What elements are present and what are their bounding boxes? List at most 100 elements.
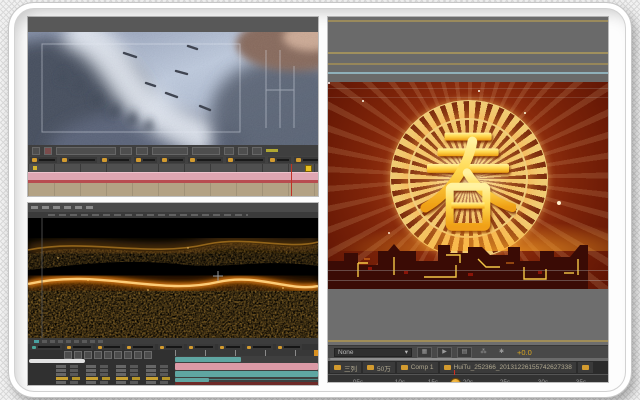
comp-mini-icon[interactable] bbox=[50, 340, 55, 343]
folder-icon bbox=[189, 346, 193, 349]
shape-tool-icon[interactable] bbox=[144, 351, 152, 359]
horizontal-scrollbar[interactable] bbox=[29, 359, 85, 363]
time-ruler[interactable] bbox=[28, 164, 318, 172]
tool-button[interactable] bbox=[120, 147, 132, 155]
comp-tab[interactable] bbox=[30, 157, 57, 163]
comp-tab-row: 三列 50万 Comp 1 HuiTu_252366_2013122615574… bbox=[328, 361, 608, 374]
folder-icon bbox=[444, 365, 451, 370]
tool-button[interactable] bbox=[238, 147, 248, 155]
layer-row[interactable] bbox=[56, 369, 174, 372]
folder-icon bbox=[136, 158, 141, 162]
zoom-tool-icon[interactable] bbox=[84, 351, 92, 359]
comp-tab-label: Comp 1 bbox=[411, 364, 434, 371]
duration-bar-pink[interactable] bbox=[175, 363, 318, 370]
view-options-dropdown[interactable] bbox=[152, 147, 188, 155]
timeline-track-area[interactable] bbox=[28, 183, 318, 196]
stamp-tool-icon[interactable] bbox=[124, 351, 132, 359]
work-area-end-marker[interactable] bbox=[314, 350, 318, 356]
horizontal-scrollbar[interactable] bbox=[330, 358, 530, 360]
duration-bar-maroon[interactable] bbox=[175, 382, 318, 385]
comp-tab-partial[interactable] bbox=[578, 362, 593, 373]
folder-icon bbox=[278, 346, 282, 349]
brainstorm-icon[interactable]: ⁂ bbox=[477, 348, 490, 357]
comp-mini-icon[interactable] bbox=[34, 340, 39, 343]
layer-row[interactable] bbox=[56, 373, 174, 376]
text-tool-icon[interactable] bbox=[104, 351, 112, 359]
comp-mini-icon[interactable] bbox=[42, 340, 47, 343]
comp-tab[interactable] bbox=[60, 157, 97, 163]
folder-icon bbox=[220, 346, 224, 349]
tool-button[interactable] bbox=[32, 147, 40, 155]
motion-blur-icon[interactable]: ▶ bbox=[437, 347, 452, 358]
tool-button[interactable] bbox=[44, 147, 52, 155]
comp-mini-icon[interactable] bbox=[66, 340, 71, 343]
tool-button[interactable] bbox=[224, 147, 234, 155]
layer-row-selected[interactable] bbox=[56, 377, 174, 380]
folder-icon bbox=[334, 365, 341, 370]
pen-tool-icon[interactable] bbox=[134, 351, 142, 359]
comp-tab[interactable] bbox=[294, 157, 318, 163]
ruler-tick-label: 35s bbox=[576, 379, 586, 382]
keyframe-marker[interactable] bbox=[33, 166, 37, 170]
ruler-tick-label: 05s bbox=[353, 379, 363, 382]
folder-icon bbox=[247, 346, 251, 349]
comp-tab[interactable]: 50万 bbox=[363, 362, 395, 373]
time-ruler[interactable] bbox=[175, 350, 318, 356]
particle-artwork bbox=[28, 218, 318, 338]
comp-mini-icon[interactable] bbox=[90, 340, 95, 343]
mode-dropdown-value: None bbox=[338, 349, 354, 356]
frame-blend-icon[interactable]: ▦ bbox=[417, 347, 432, 358]
comp-tab[interactable]: 三列 bbox=[330, 362, 361, 373]
track-line bbox=[328, 52, 608, 54]
tool-button[interactable] bbox=[192, 147, 220, 155]
comp-mini-icon[interactable] bbox=[74, 340, 79, 343]
comp-mini-icon[interactable] bbox=[82, 340, 87, 343]
playhead-icon[interactable] bbox=[450, 378, 461, 382]
comp-mini-icon[interactable] bbox=[58, 340, 63, 343]
comp-tab-label: 50万 bbox=[377, 363, 391, 373]
shy-layers-icon[interactable]: ✱ bbox=[495, 348, 508, 357]
time-ruler[interactable]: 05s 10s 15s 20s 25s 30s 35s bbox=[328, 374, 608, 382]
panel-header bbox=[28, 17, 318, 33]
building-silhouette bbox=[328, 237, 608, 289]
sparkle-dots bbox=[328, 82, 330, 84]
comp-mini-icon[interactable] bbox=[98, 340, 103, 343]
empty-panel-area bbox=[328, 289, 608, 345]
window-title-text bbox=[31, 206, 93, 209]
comp-tab[interactable] bbox=[226, 157, 265, 163]
comp-tab[interactable] bbox=[134, 157, 157, 163]
offset-value: +0.0 bbox=[517, 348, 532, 357]
brush-tool-icon[interactable] bbox=[114, 351, 122, 359]
dune-comp-viewer bbox=[28, 32, 318, 145]
layer-row[interactable] bbox=[56, 365, 174, 368]
duration-bar-teal[interactable] bbox=[175, 357, 241, 362]
comp-tab[interactable] bbox=[100, 157, 131, 163]
folder-icon bbox=[228, 158, 233, 162]
graph-editor-icon[interactable]: ▤ bbox=[457, 347, 472, 358]
magnification-dropdown[interactable] bbox=[56, 147, 116, 155]
hand-tool-icon[interactable] bbox=[74, 351, 82, 359]
playhead[interactable] bbox=[291, 164, 292, 196]
duration-bar-thin[interactable] bbox=[209, 379, 318, 380]
duration-bar-teal[interactable] bbox=[175, 371, 318, 377]
selection-tool-icon[interactable] bbox=[64, 351, 72, 359]
mode-dropdown[interactable]: None ▾ bbox=[334, 348, 412, 357]
panel-spring-comp: 春 None ▾ ▦ bbox=[328, 17, 608, 382]
menu-items bbox=[48, 214, 248, 216]
folder-icon bbox=[102, 158, 107, 162]
rotate-tool-icon[interactable] bbox=[94, 351, 102, 359]
overlay-line bbox=[328, 97, 608, 98]
folder-icon bbox=[582, 365, 589, 370]
tool-button[interactable] bbox=[252, 147, 262, 155]
keyframe-marker[interactable] bbox=[305, 165, 312, 172]
ruler-tick-label: 10s bbox=[395, 379, 405, 382]
comp-tab[interactable]: Comp 1 bbox=[397, 362, 438, 373]
comp-tab[interactable] bbox=[268, 157, 291, 163]
timecode-label bbox=[266, 149, 278, 152]
tool-button[interactable] bbox=[136, 147, 148, 155]
layer-row[interactable] bbox=[56, 381, 174, 384]
comp-tab[interactable] bbox=[188, 157, 223, 163]
comp-tab[interactable] bbox=[160, 157, 185, 163]
comp-tab[interactable]: HuiTu_252366_20131226155742627338 bbox=[440, 362, 576, 373]
particle-comp-viewer bbox=[28, 218, 318, 338]
